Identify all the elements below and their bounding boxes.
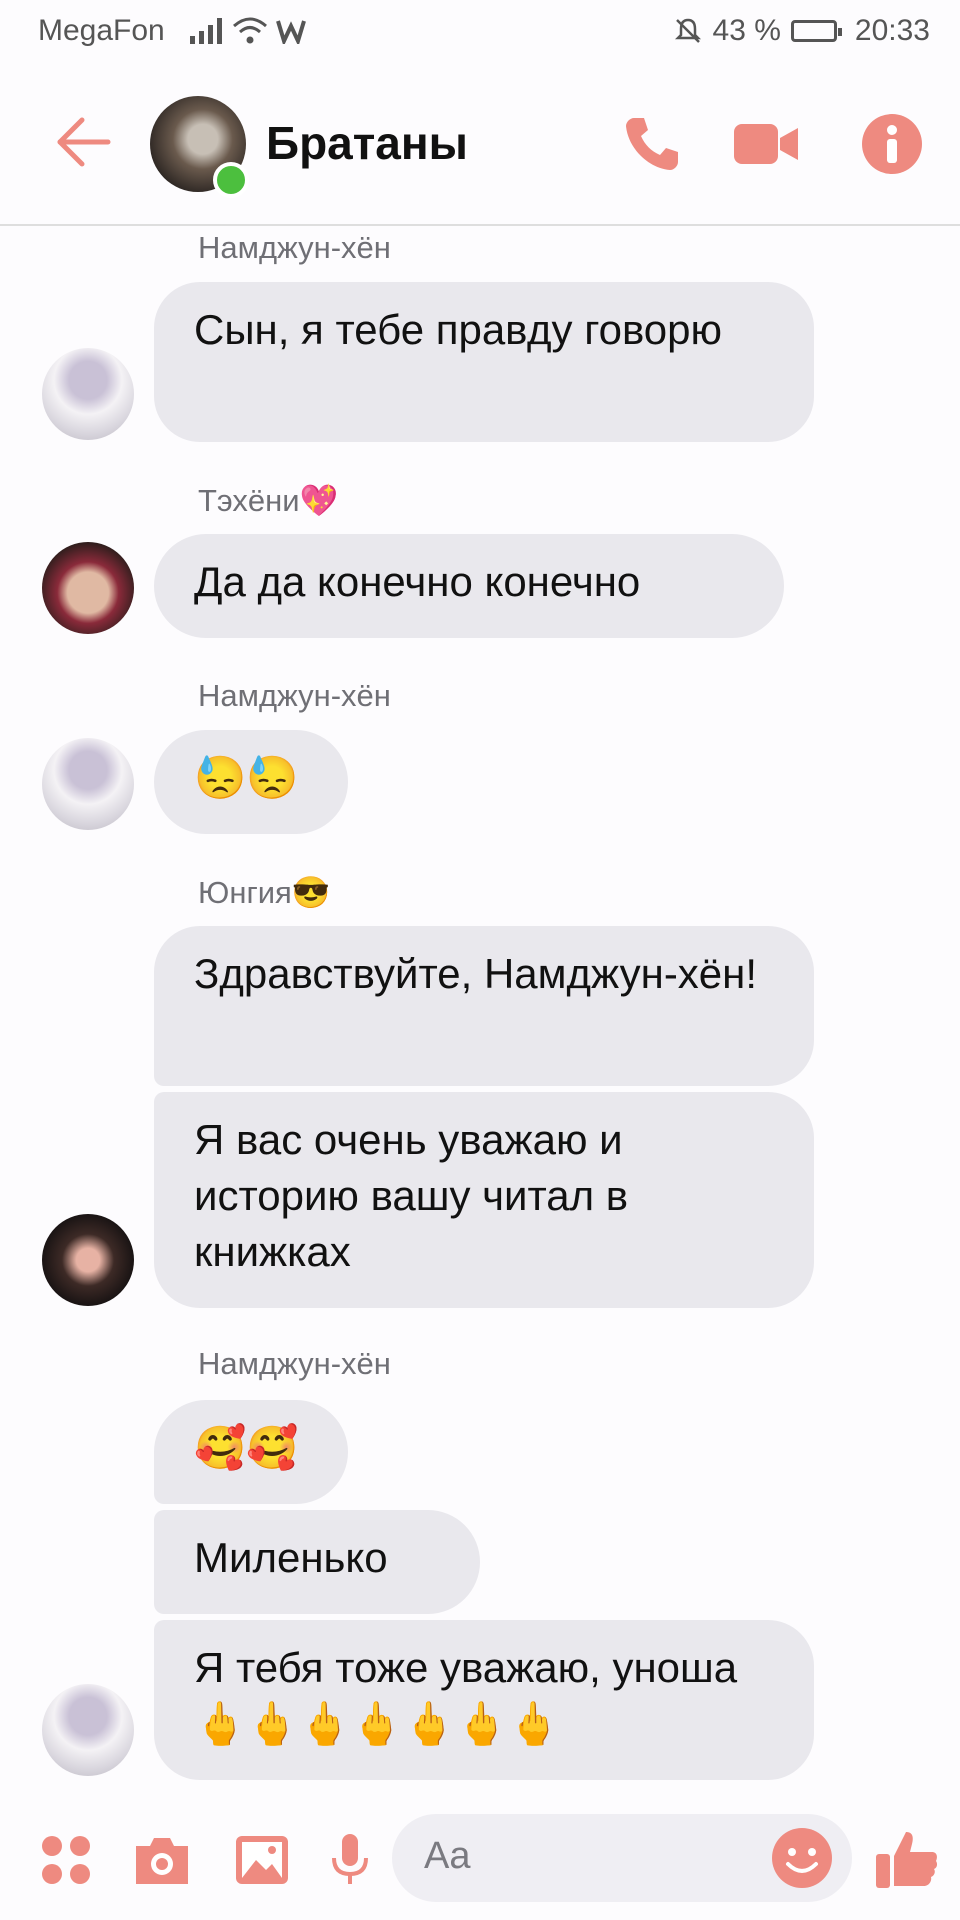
like-thumb-icon[interactable] xyxy=(874,1826,940,1892)
message-bubble[interactable]: Сын, я тебе правду говорю xyxy=(154,282,814,442)
chat-title[interactable]: Братаны xyxy=(266,116,468,170)
sender-name: Тэхёни💖 xyxy=(198,483,339,518)
back-arrow-icon[interactable] xyxy=(52,112,112,172)
signal-icon xyxy=(190,18,222,44)
message-bubble[interactable]: Я вас очень уважаю и историю вашу читал … xyxy=(154,1092,814,1308)
wifi-icon xyxy=(233,17,267,44)
online-indicator xyxy=(213,162,249,198)
w-brand-icon xyxy=(276,20,306,44)
apps-icon[interactable] xyxy=(36,1830,96,1890)
phone-icon[interactable] xyxy=(620,112,684,176)
composer-bar xyxy=(0,1790,960,1920)
message-bubble[interactable]: Да да конечно конечно xyxy=(154,534,784,638)
clock: 20:33 xyxy=(854,14,930,47)
message-bubble[interactable]: 🥰🥰 xyxy=(154,1400,348,1504)
message-bubble[interactable]: 😓😓 xyxy=(154,730,348,834)
status-bar: MegaFon 43 % 20:33 xyxy=(0,0,960,66)
camera-icon[interactable] xyxy=(132,1830,192,1890)
battery-percent: 43 % xyxy=(712,14,781,47)
gallery-icon[interactable] xyxy=(232,1830,292,1890)
sender-name: Юнгия😎 xyxy=(198,875,331,910)
video-call-icon[interactable] xyxy=(734,112,798,176)
avatar-taehyung[interactable] xyxy=(42,542,134,634)
microphone-icon[interactable] xyxy=(320,1830,380,1890)
sender-name: Намджун-хён xyxy=(198,1346,391,1381)
message-input[interactable] xyxy=(422,1834,726,1879)
carrier-label: MegaFon xyxy=(38,14,165,47)
sender-name: Намджун-хён xyxy=(198,230,391,265)
message-bubble[interactable]: Миленько xyxy=(154,1510,480,1614)
message-bubble[interactable]: Здравствуйте, Намджун-хён! xyxy=(154,926,814,1086)
chat-header: Братаны xyxy=(0,66,960,226)
avatar-yoongi[interactable] xyxy=(42,1214,134,1306)
avatar-namjoon[interactable] xyxy=(42,348,134,440)
avatar-namjoon[interactable] xyxy=(42,1684,134,1776)
battery-icon xyxy=(790,20,842,42)
sender-name: Намджун-хён xyxy=(198,678,391,713)
bell-muted-icon xyxy=(674,18,701,43)
avatar-namjoon[interactable] xyxy=(42,738,134,830)
message-bubble[interactable]: Я тебя тоже уважаю, уноша 🖕🖕🖕🖕🖕🖕🖕 xyxy=(154,1620,814,1780)
emoji-icon[interactable] xyxy=(770,1826,834,1890)
message-input-field[interactable] xyxy=(392,1814,852,1902)
info-icon[interactable] xyxy=(860,112,924,176)
